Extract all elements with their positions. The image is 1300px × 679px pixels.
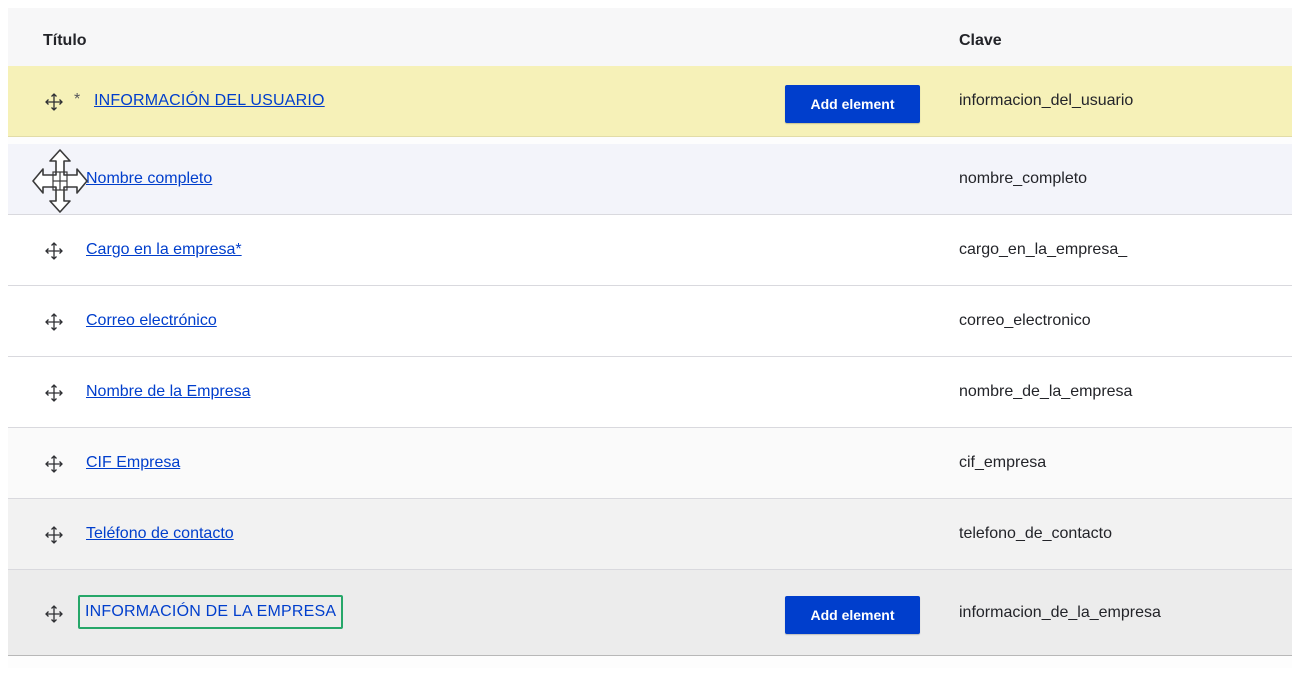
row-key: nombre_completo (959, 170, 1088, 187)
header-title: Título (43, 32, 87, 49)
row-title-link[interactable]: CIF Empresa (86, 454, 180, 472)
header-key: Clave (959, 32, 1002, 49)
move-arrows-icon[interactable] (45, 455, 63, 473)
table-row: * INFORMACIÓN DEL USUARIO Add element in… (8, 66, 1292, 137)
table-row: Nombre completo nombre_completo (8, 144, 1292, 215)
move-arrows-icon[interactable] (45, 384, 63, 402)
table-row: Cargo en la empresa* cargo_en_la_empresa… (8, 215, 1292, 286)
move-arrows-icon[interactable] (45, 313, 63, 331)
table-row: Teléfono de contacto telefono_de_contact… (8, 499, 1292, 570)
table-header: Título Clave (8, 8, 1292, 66)
row-title-link[interactable]: Nombre de la Empresa (86, 383, 251, 401)
row-title-link[interactable]: Cargo en la empresa* (86, 241, 242, 259)
required-marker: * (74, 91, 81, 108)
table-row: INFORMACIÓN DE LA EMPRESA Add element in… (8, 570, 1292, 656)
row-title-link[interactable]: Nombre completo (86, 170, 212, 188)
row-title-link[interactable]: INFORMACIÓN DEL USUARIO (94, 92, 325, 110)
add-element-button[interactable]: Add element (785, 85, 920, 123)
row-key: correo_electronico (959, 312, 1091, 329)
row-key: informacion_de_la_empresa (959, 604, 1161, 621)
move-arrows-icon[interactable] (45, 605, 63, 623)
row-key: cargo_en_la_empresa_ (959, 241, 1128, 258)
table-row: Nombre de la Empresa nombre_de_la_empres… (8, 357, 1292, 428)
move-arrows-icon[interactable] (45, 93, 63, 111)
row-title-text: INFORMACIÓN DE LA EMPRESA (85, 603, 337, 620)
table-row: CIF Empresa cif_empresa (8, 428, 1292, 499)
move-cursor-icon (32, 148, 88, 214)
row-title-link-focused[interactable]: INFORMACIÓN DE LA EMPRESA (78, 595, 344, 629)
row-key: cif_empresa (959, 454, 1047, 471)
add-element-button[interactable]: Add element (785, 596, 920, 634)
form-elements-table: Título Clave * INFORMACIÓN DEL USUARIO A… (8, 8, 1292, 668)
table-row: Correo electrónico correo_electronico (8, 286, 1292, 357)
row-title-link[interactable]: Teléfono de contacto (86, 525, 234, 543)
row-title-link[interactable]: Correo electrónico (86, 312, 217, 330)
row-key: informacion_del_usuario (959, 92, 1134, 109)
row-key: telefono_de_contacto (959, 525, 1113, 542)
move-arrows-icon[interactable] (45, 242, 63, 260)
row-key: nombre_de_la_empresa (959, 383, 1133, 400)
move-arrows-icon[interactable] (45, 526, 63, 544)
